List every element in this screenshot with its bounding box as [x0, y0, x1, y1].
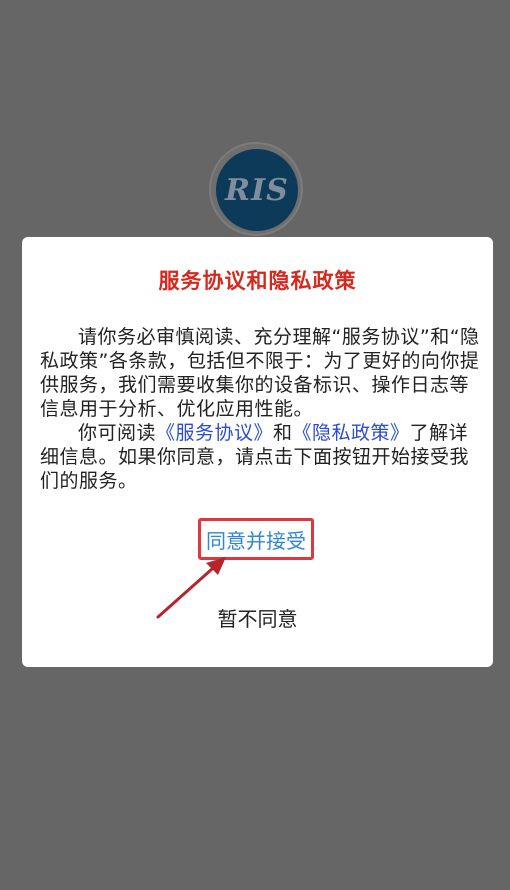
- app-logo: RIS: [209, 142, 303, 236]
- paragraph-2: 你可阅读《服务协议》和《隐私政策》了解详细信息。如果你同意，请点击下面按钮开始接…: [40, 421, 480, 493]
- disagree-button[interactable]: 暂不同意: [22, 603, 493, 632]
- logo-text: RIS: [225, 172, 289, 208]
- service-agreement-link[interactable]: 《服务协议》: [156, 422, 273, 444]
- dialog-body: 请你务必审慎阅读、充分理解“服务协议”和“隐私政策”各条款，包括但不限于：为了更…: [40, 325, 480, 493]
- paragraph-2-prefix: 你可阅读: [78, 422, 157, 444]
- paragraph-2-and: 和: [273, 422, 293, 444]
- privacy-policy-link[interactable]: 《隐私政策》: [293, 422, 410, 444]
- paragraph-1: 请你务必审慎阅读、充分理解“服务协议”和“隐私政策”各条款，包括但不限于：为了更…: [40, 326, 480, 420]
- logo-circle: RIS: [216, 149, 298, 231]
- screen: RIS 服务协议和隐私政策 请你务必审慎阅读、充分理解“服务协议”和“隐私政策”…: [0, 0, 510, 890]
- dialog-title: 服务协议和隐私政策: [158, 269, 357, 293]
- agree-button[interactable]: 同意并接受: [198, 518, 314, 560]
- privacy-dialog: 服务协议和隐私政策 请你务必审慎阅读、充分理解“服务协议”和“隐私政策”各条款，…: [22, 237, 493, 667]
